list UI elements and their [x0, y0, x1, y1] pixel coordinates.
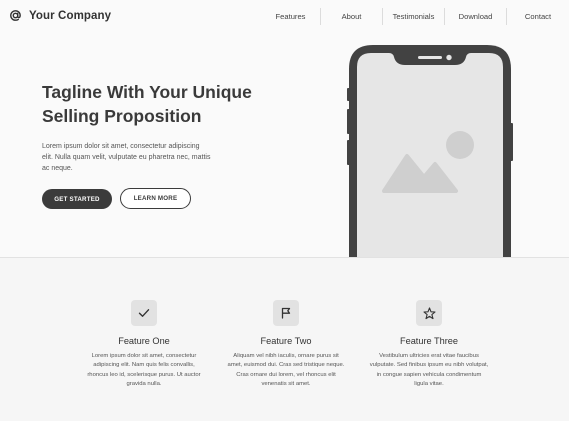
header: Your Company Features About Testimonials…	[0, 0, 569, 34]
logo[interactable]: Your Company	[9, 8, 111, 23]
hero-title: Tagline With Your Unique Selling Proposi…	[42, 80, 272, 128]
feature-title: Feature Two	[260, 336, 312, 346]
feature-card: Feature Two Aliquam vel nibh iaculis, or…	[226, 300, 346, 390]
feature-description: Vestibulum ultricies erat vitae faucibus…	[369, 353, 489, 388]
phone-mockup	[347, 45, 513, 259]
hero-description: Lorem ipsum dolor sit amet, consectetur …	[42, 143, 211, 172]
learn-more-button[interactable]: LEARN MORE	[120, 188, 191, 209]
check-icon	[131, 300, 157, 326]
nav-contact[interactable]: Contact	[507, 12, 569, 21]
hero-title-line-1: Tagline With Your Unique	[42, 82, 252, 102]
feature-card: Feature One Lorem ipsum dolor sit amet, …	[84, 300, 204, 390]
feature-description: Aliquam vel nibh iaculis, ornare purus s…	[227, 353, 345, 388]
main-nav: Features About Testimonials Download Con…	[261, 7, 569, 25]
nav-about[interactable]: About	[321, 12, 382, 21]
hero-title-line-2: Selling Proposition	[42, 106, 202, 126]
feature-title: Feature One	[118, 336, 170, 346]
at-sign-icon	[10, 10, 21, 21]
features-section: Feature One Lorem ipsum dolor sit amet, …	[0, 258, 569, 421]
nav-testimonials[interactable]: Testimonials	[383, 12, 444, 21]
feature-title: Feature Three	[399, 336, 459, 346]
get-started-button[interactable]: GET STARTED	[42, 189, 112, 209]
flag-icon	[273, 300, 299, 326]
hero-section: Tagline With Your Unique Selling Proposi…	[0, 34, 569, 259]
company-name: Your Company	[29, 9, 112, 22]
feature-description: Lorem ipsum dolor sit amet, consectetur …	[87, 353, 201, 388]
star-icon	[416, 300, 442, 326]
feature-card: Feature Three Vestibulum ultricies erat …	[369, 300, 489, 390]
nav-download[interactable]: Download	[445, 12, 506, 21]
nav-features[interactable]: Features	[261, 12, 320, 21]
